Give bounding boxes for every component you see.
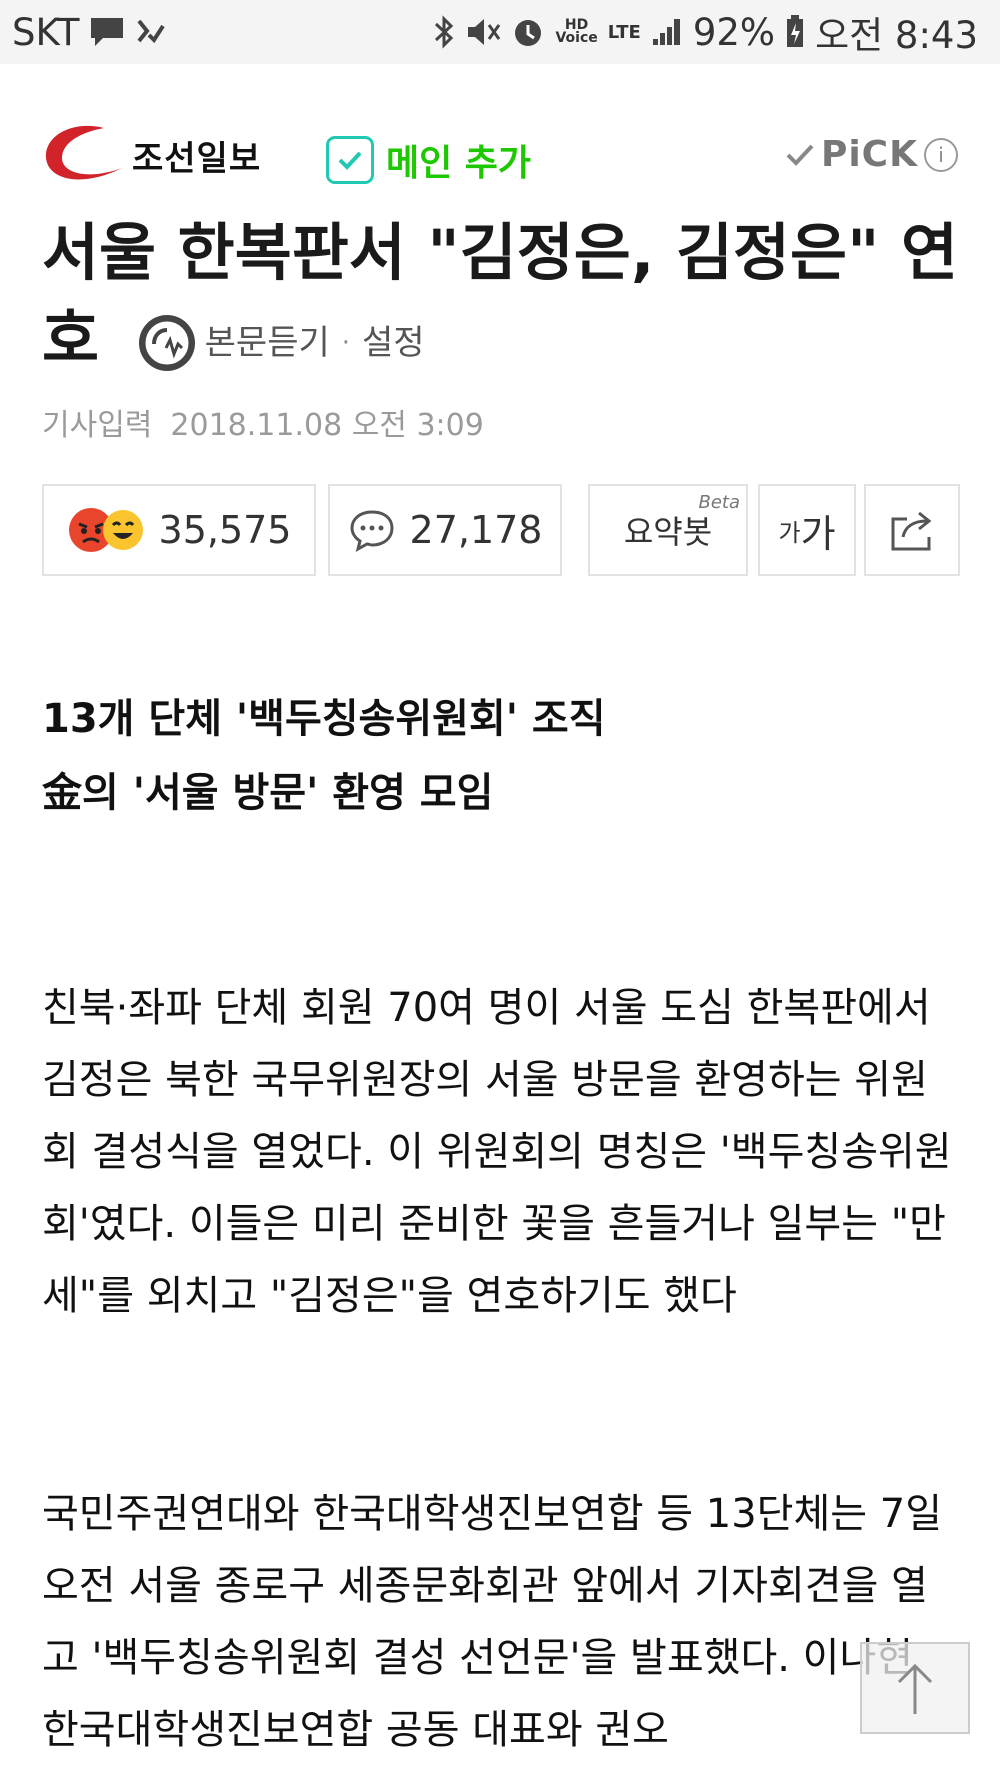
check-icon bbox=[326, 136, 374, 184]
beta-badge: Beta bbox=[698, 492, 740, 513]
date-value: 2018.11.08 오전 3:09 bbox=[170, 408, 484, 443]
chosun-logo[interactable]: 조선일보 bbox=[42, 120, 261, 190]
comment-button[interactable]: 27,178 bbox=[328, 484, 562, 576]
article-paragraph-2: 국민주권연대와 한국대학생진보연합 등 13단체는 7일 오전 서울 종로구 세… bbox=[42, 1491, 943, 1753]
reaction-button[interactable]: 35,575 bbox=[42, 484, 316, 576]
pick-badge[interactable]: PiCK i bbox=[785, 134, 958, 175]
carrier-label: SKT bbox=[12, 10, 80, 54]
font-size-button[interactable]: 가가 bbox=[758, 484, 856, 576]
settings-button[interactable]: 설정 bbox=[362, 300, 425, 386]
bluetooth-icon bbox=[433, 14, 455, 50]
pick-label: PiCK bbox=[820, 134, 918, 175]
lte-icon: LTE bbox=[607, 21, 641, 43]
laughing-face-icon bbox=[102, 510, 143, 550]
status-bar: SKT HD Voice LTE 92% 오전 8:43 bbox=[0, 0, 1000, 64]
article-date: 기사입력 2018.11.08 오전 3:09 bbox=[42, 400, 484, 444]
main-add-label: 메인 추가 bbox=[386, 143, 532, 184]
subtitle-line-2: 金의 '서울 방문' 환영 모임 bbox=[42, 770, 494, 816]
date-label: 기사입력 bbox=[42, 408, 153, 443]
action-bar: 35,575 27,178 요약봇 Beta 가가 bbox=[42, 484, 960, 576]
separator: · bbox=[341, 327, 351, 358]
listen-control: 본문듣기 · 설정 bbox=[138, 300, 425, 386]
comment-icon bbox=[350, 510, 394, 552]
article-paragraph-1: 친북·좌파 단체 회원 70여 명이 서울 도심 한복판에서 김정은 북한 국무… bbox=[42, 985, 952, 1319]
summary-bot-label: 요약봇 bbox=[623, 513, 713, 551]
scroll-top-button[interactable] bbox=[860, 1642, 970, 1734]
listen-icon[interactable] bbox=[138, 314, 195, 371]
main-add-button[interactable]: 메인 추가 bbox=[326, 134, 531, 186]
font-size-small: 가 bbox=[778, 518, 801, 547]
subtitle-line-1: 13개 단체 '백두칭송위원회' 조직 bbox=[42, 696, 606, 742]
clock: 오전 8:43 bbox=[815, 14, 978, 57]
font-size-large: 가 bbox=[800, 511, 836, 556]
download-check-icon bbox=[135, 17, 166, 47]
battery-percent: 92% bbox=[692, 10, 776, 54]
signal-icon bbox=[651, 17, 683, 47]
arrow-up-icon bbox=[897, 1663, 933, 1714]
mute-icon bbox=[465, 15, 501, 49]
article-title: 서울 한복판서 "김정은, 김정은" 연호 본문듣기 · 설정 bbox=[42, 210, 962, 386]
battery-icon bbox=[785, 15, 805, 49]
alarm-icon bbox=[511, 15, 545, 49]
hd-voice-icon: HD Voice bbox=[555, 17, 598, 46]
article-subtitle: 13개 단체 '백두칭송위원회' 조직 金의 '서울 방문' 환영 모임 bbox=[42, 682, 606, 830]
summary-bot-button[interactable]: 요약봇 Beta bbox=[588, 484, 748, 576]
comment-count: 27,178 bbox=[409, 508, 543, 552]
info-icon[interactable]: i bbox=[924, 137, 958, 172]
share-icon bbox=[891, 511, 932, 551]
logo-text: 조선일보 bbox=[132, 138, 262, 179]
message-icon bbox=[89, 16, 125, 48]
pick-check-icon bbox=[786, 144, 814, 166]
listen-button[interactable]: 본문듣기 bbox=[205, 300, 330, 386]
share-button[interactable] bbox=[864, 484, 960, 576]
chosun-logo-mark bbox=[45, 125, 122, 180]
reaction-count: 35,575 bbox=[158, 508, 292, 552]
article-header: 조선일보 메인 추가 PiCK i bbox=[42, 112, 958, 204]
